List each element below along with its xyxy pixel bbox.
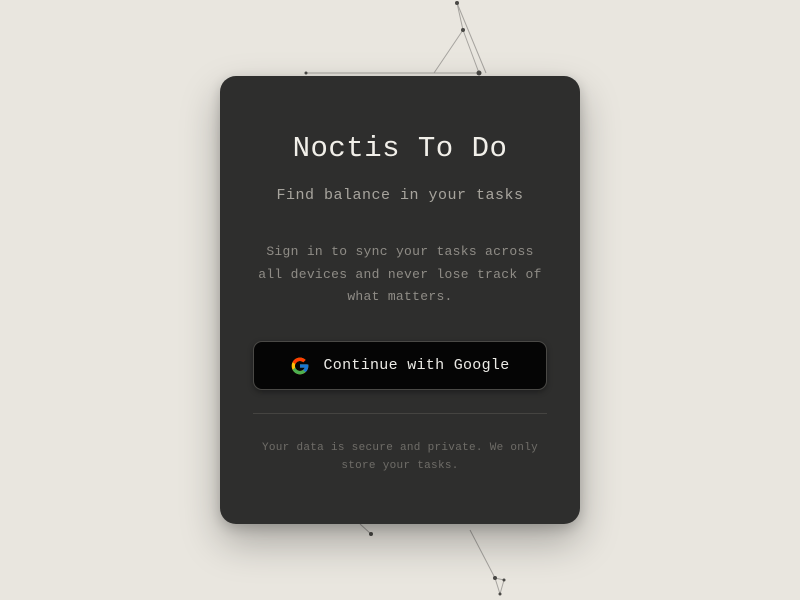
login-card: Noctis To Do Find balance in your tasks … — [220, 76, 580, 524]
continue-with-google-button[interactable]: Continue with Google — [253, 341, 547, 390]
sign-in-description: Sign in to sync your tasks across all de… — [258, 244, 542, 304]
privacy-note: Your data is secure and private. We only… — [261, 442, 539, 472]
app-title: Noctis To Do — [292, 132, 508, 165]
divider — [253, 413, 547, 414]
google-button-label: Continue with Google — [323, 357, 510, 374]
google-icon — [292, 357, 309, 374]
app-tagline: Find balance in your tasks — [276, 187, 524, 204]
